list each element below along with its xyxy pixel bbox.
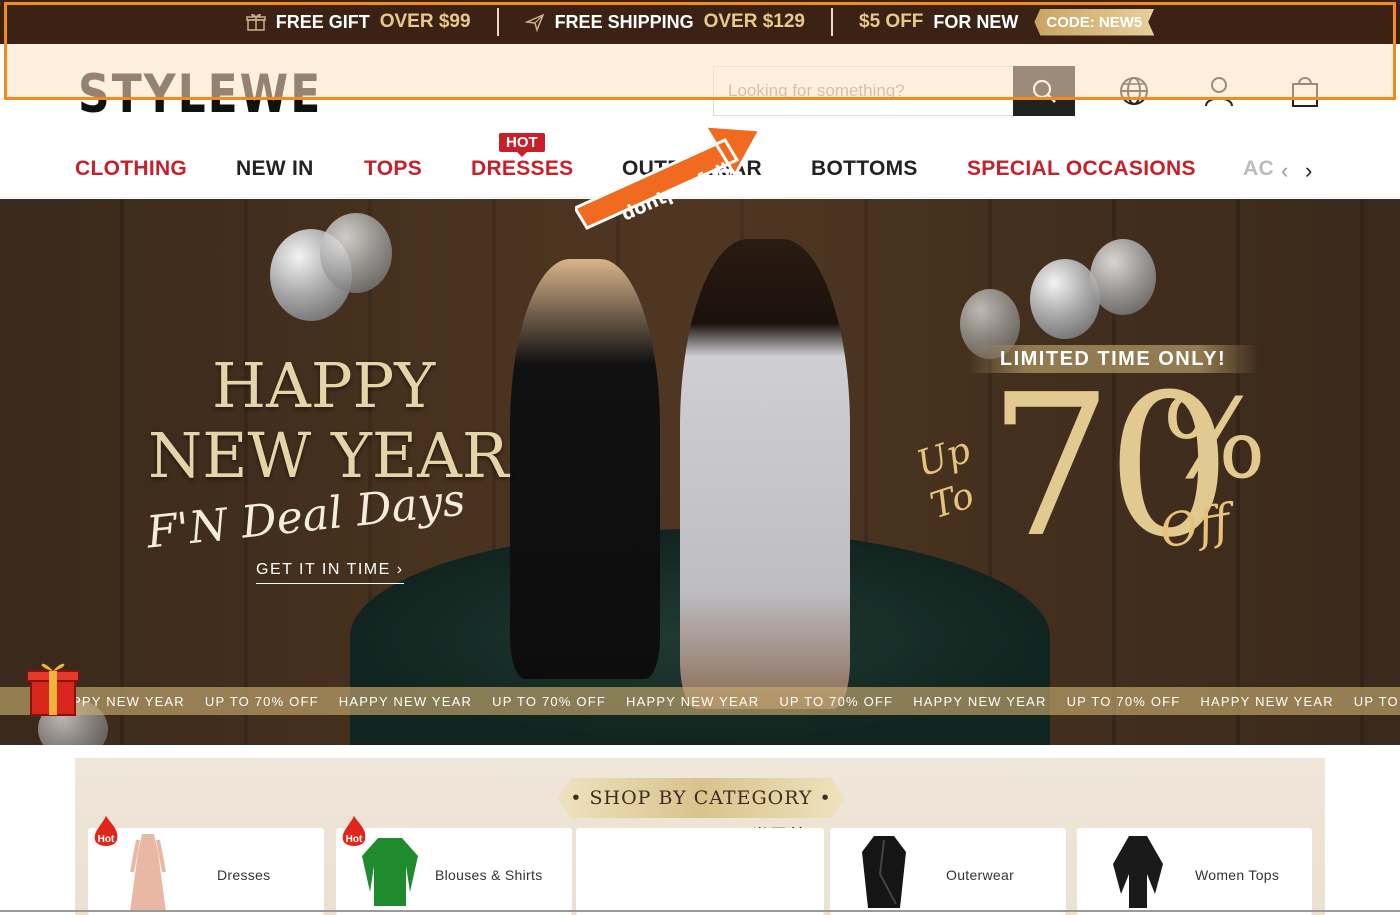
promo-free-shipping[interactable]: FREE SHIPPING OVER $129 [499,8,833,36]
category-label: Blouses & Shirts [435,867,543,883]
page: FREE GIFT OVER $99 FREE SHIPPING OVER $1… [0,0,1400,915]
blouse-thumbnail [362,838,418,906]
category-card-women-tops[interactable]: Women Tops [1077,828,1312,915]
nav-dresses[interactable]: DRESSES [471,157,573,181]
promo-gift-label: FREE GIFT [275,11,370,32]
dress-thumbnail [130,834,166,912]
category-card-blouses[interactable]: Hot Blouses & Shirts [336,816,572,915]
promo-free-gift[interactable]: FREE GIFT OVER $99 [220,8,499,36]
promo-gift-accent: OVER $99 [379,11,471,32]
promo-ship-accent: OVER $129 [703,11,805,32]
marquee-item: HAPPY NEW YEAR [338,693,473,709]
search-bar [713,66,1075,116]
promo-code-tag[interactable]: CODE: NEW5 [1034,9,1154,36]
marquee-item: UP TO 70% OFF [204,693,319,709]
marquee-item: UP TO 70% OFF [492,693,606,709]
women-top-thumbnail [1113,836,1163,908]
nav-next-arrow-icon[interactable]: › [1305,158,1312,184]
hot-flame-icon: Hot [94,816,118,846]
hero-cta-link[interactable]: GET IT IN TIME › [256,561,404,584]
hero-cta-label: GET IT IN TIME [256,561,391,578]
search-button[interactable] [1013,66,1075,116]
search-input[interactable] [713,66,1013,116]
svg-text:Hot: Hot [98,834,115,845]
marquee-item: HAPPY NEW YEAR [913,693,1047,709]
gift-icon [245,13,266,31]
gift-box-widget-icon[interactable] [27,657,79,719]
marquee-item: UP TO 70% OFF [1066,693,1181,709]
hero-marquee: PPY NEW YEAR UP TO 70% OFF HAPPY NEW YEA… [0,687,1400,715]
promo-ship-label: FREE SHIPPING [554,11,694,32]
nav-tops[interactable]: TOPS [364,157,422,181]
category-card-outerwear[interactable]: Outerwear [830,828,1066,915]
nav-bottoms[interactable]: BOTTOMS [811,157,918,181]
model-black-outfit [510,259,660,679]
hero-headline: HAPPY NEW YEAR [148,351,509,491]
marquee-item: UP TO 70% OFF [779,693,894,709]
page-bottom-divider [0,910,1400,912]
account-icon[interactable] [1202,74,1236,108]
marquee-item: HAPPY NEW YEAR [625,693,760,709]
category-card-empty[interactable] [576,828,824,915]
category-label: Outerwear [946,867,1015,883]
marquee-item: HAPPY NEW YEAR [1200,693,1334,709]
nav-accessories[interactable]: AC [1243,157,1274,181]
nav-special-occasions[interactable]: SPECIAL OCCASIONS [967,157,1196,181]
balloon-decoration [1090,239,1156,315]
hero-percent-sign: % [1162,375,1267,503]
nav-prev-arrow-icon[interactable]: ‹ [1281,158,1288,184]
category-label: Dresses [217,867,271,883]
nav-clothing[interactable]: CLOTHING [75,157,187,181]
promo-off-label: FOR NEW [933,11,1019,32]
promo-new-customer[interactable]: $5 OFF FOR NEW CODE: NEW5 [833,8,1180,36]
main-nav: HOT CLOTHING NEW IN TOPS DRESSES OUTERWE… [0,130,1400,198]
language-globe-icon[interactable] [1117,74,1151,108]
shopping-bag-icon[interactable] [1288,74,1322,108]
category-card-dresses[interactable]: Hot Dresses [88,816,324,915]
promo-off-accent: $5 OFF [859,11,924,32]
category-section-title: • SHOP BY CATEGORY • [557,778,845,818]
balloon-decoration [320,213,392,293]
airplane-icon [524,13,544,32]
site-logo[interactable]: STYLEWE [78,64,322,125]
nav-new-in[interactable]: NEW IN [236,157,314,181]
chevron-right-icon: › [396,561,404,578]
outerwear-thumbnail [862,836,906,908]
hero-banner[interactable]: HAPPY NEW YEAR F'N Deal Days GET IT IN T… [0,199,1400,745]
nav-outerwear[interactable]: OUTERWEAR [622,157,762,181]
promo-bar: FREE GIFT OVER $99 FREE SHIPPING OVER $1… [0,0,1400,44]
search-icon [1032,79,1056,103]
marquee-item: UP TO 70% OFF [1353,693,1400,709]
model-silver-dress [680,239,850,709]
hot-badge: HOT [499,133,545,157]
hero-headline-line1: HAPPY [212,349,436,422]
category-label: Women Tops [1195,867,1280,883]
